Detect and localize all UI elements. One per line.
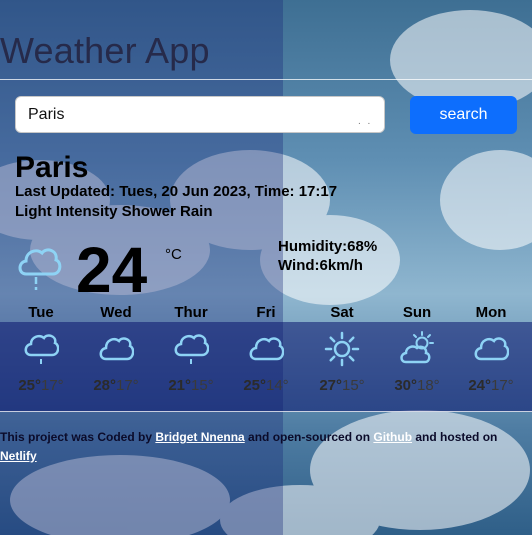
- forecast-temps: 25°17°: [7, 377, 75, 394]
- sun-icon: [324, 331, 360, 367]
- forecast-min: 17°: [116, 377, 139, 394]
- github-link[interactable]: Github: [373, 430, 412, 444]
- rain-cloud-icon: [174, 334, 209, 364]
- wind-speed: Wind:6km/h: [278, 257, 363, 274]
- footer-credit: This project was Coded by Bridget Nnenna…: [0, 428, 532, 466]
- netlify-link[interactable]: Netlify: [0, 449, 37, 463]
- forecast-max: 30°: [394, 377, 417, 394]
- divider-top: [0, 79, 532, 80]
- footer-text: This project was Coded by: [0, 430, 156, 444]
- forecast-max: 21°: [168, 377, 191, 394]
- forecast-day: Tue 25°17°: [7, 304, 75, 394]
- search-button[interactable]: search: [410, 96, 517, 134]
- forecast-day: Thur 21°15°: [157, 304, 225, 394]
- cloud-icon: [99, 337, 134, 361]
- humidity: Humidity:68%: [278, 238, 378, 255]
- forecast-temps: 30°18°: [383, 377, 451, 394]
- forecast-temps: 24°17°: [457, 377, 525, 394]
- forecast-min: 17°: [41, 377, 64, 394]
- last-updated-label: Last Updated:: [15, 183, 116, 200]
- forecast-min: 18°: [417, 377, 440, 394]
- forecast-day-name: Tue: [28, 304, 54, 321]
- weather-description: Light Intensity Shower Rain: [15, 203, 213, 220]
- footer-text: and open-sourced on: [244, 430, 374, 444]
- footer-text: and hosted on: [412, 430, 498, 444]
- forecast-min: 15°: [342, 377, 365, 394]
- forecast-temps: 21°15°: [157, 377, 225, 394]
- partly-sunny-icon: [400, 331, 434, 364]
- forecast-day: Fri 25°14°: [232, 304, 300, 394]
- forecast-max: 25°: [18, 377, 41, 394]
- forecast-day-name: Sat: [330, 304, 354, 321]
- forecast-min: 14°: [266, 377, 289, 394]
- cloud-icon: [249, 337, 284, 361]
- input-autofill-icon: . .: [358, 116, 373, 127]
- forecast-day: Wed 28°17°: [82, 304, 150, 394]
- forecast-temps: 27°15°: [308, 377, 376, 394]
- rain-cloud-icon: [24, 334, 59, 364]
- forecast-min: 15°: [191, 377, 214, 394]
- forecast-day-name: Sun: [402, 304, 432, 321]
- forecast-day-name: Fri: [256, 304, 276, 321]
- current-temperature: 24: [76, 234, 148, 306]
- search-input[interactable]: [15, 96, 385, 133]
- forecast-day-name: Mon: [475, 304, 507, 321]
- author-link[interactable]: Bridget Nnenna: [155, 430, 244, 444]
- forecast-day: Sat 27°15°: [308, 304, 376, 394]
- forecast-min: 17°: [491, 377, 514, 394]
- divider-bottom: [0, 411, 532, 412]
- forecast-day-name: Wed: [100, 304, 132, 321]
- forecast-max: 28°: [93, 377, 116, 394]
- forecast-max: 27°: [319, 377, 342, 394]
- cloud-icon: [474, 337, 509, 361]
- city-name: Paris: [15, 151, 89, 184]
- forecast-max: 25°: [243, 377, 266, 394]
- last-updated-value: Tues, 20 Jun 2023, Time: 17:17: [119, 183, 338, 200]
- forecast-max: 24°: [468, 377, 491, 394]
- forecast-temps: 28°17°: [82, 377, 150, 394]
- temperature-unit[interactable]: °C: [165, 246, 182, 263]
- app-title: Weather App: [0, 30, 210, 71]
- forecast-day: Sun 30°18°: [383, 304, 451, 394]
- forecast-temps: 25°14°: [232, 377, 300, 394]
- last-updated: Last Updated: Tues, 20 Jun 2023, Time: 1…: [15, 183, 337, 200]
- rain-cloud-icon: [18, 248, 62, 290]
- forecast-day: Mon 24°17°: [457, 304, 525, 394]
- forecast-day-name: Thur: [174, 304, 208, 321]
